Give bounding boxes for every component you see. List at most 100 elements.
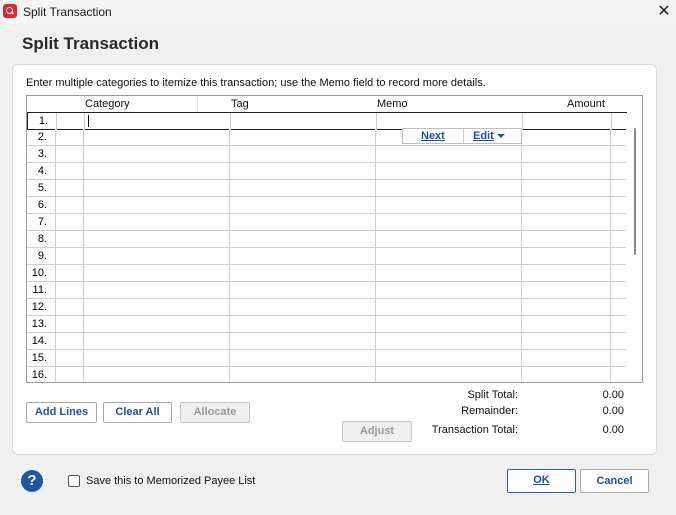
row-number: 6. [37,199,47,211]
cell-divider [229,129,230,146]
memorize-payee-label[interactable]: Save this to Memorized Payee List [86,475,255,487]
cell-divider [610,248,611,265]
split-total-label: Split Total: [467,389,518,401]
table-row[interactable]: 13. [27,316,627,333]
cell-divider [55,231,56,248]
transaction-total-label: Transaction Total: [431,424,518,436]
cell-divider [83,316,84,333]
memorize-payee-checkbox[interactable] [68,475,80,487]
table-row[interactable]: 7. [27,214,627,231]
cell-divider [375,350,376,367]
column-header-amount: Amount [567,98,605,110]
cell-divider [375,282,376,299]
cell-divider [521,350,522,367]
cell-divider [610,333,611,350]
table-row[interactable]: 5. [27,180,627,197]
table-row[interactable]: 11. [27,282,627,299]
row-number: 4. [37,165,47,177]
clear-all-button[interactable]: Clear All [103,402,172,423]
cell-divider [229,350,230,367]
cell-divider [610,367,611,382]
cell-divider [83,265,84,282]
cell-divider [521,367,522,382]
remainder-value: 0.00 [602,405,624,417]
close-icon[interactable]: ✕ [654,2,674,22]
column-header-memo: Memo [377,98,408,110]
cell-divider [229,299,230,316]
cell-divider [521,265,522,282]
table-row[interactable]: 1. [27,112,627,130]
cell-divider [83,231,84,248]
cell-divider [610,129,611,146]
row-number: 13. [31,318,47,330]
cell-divider [610,265,611,282]
table-row[interactable]: 3. [27,146,627,163]
column-header-tag: Tag [231,98,249,110]
cell-divider [229,231,230,248]
cell-divider [375,316,376,333]
table-row[interactable]: 15. [27,350,627,367]
table-row[interactable]: 10. [27,265,627,282]
split-grid: Category Tag Memo Amount 1. 2. 3. 4. 5. 6. 7. 8… [26,95,643,383]
cell-divider [229,146,230,163]
row-number: 9. [37,250,47,262]
cell-divider [229,163,230,180]
cell-divider [83,146,84,163]
cell-divider [55,248,56,265]
row-number: 1. [38,115,48,127]
table-row[interactable]: 8. [27,231,627,248]
scrollbar-thumb[interactable] [634,128,636,255]
cell-divider [521,197,522,214]
cell-divider [229,316,230,333]
table-row[interactable]: 2. [27,129,627,146]
cell-divider [229,214,230,231]
column-header-category: Category [85,98,130,110]
cell-divider [229,265,230,282]
cell-divider [55,333,56,350]
cell-divider [229,333,230,350]
ok-button[interactable]: OK [507,469,576,493]
table-row[interactable]: 4. [27,163,627,180]
cell-divider [521,214,522,231]
cell-divider [84,113,85,130]
table-row[interactable]: 6. [27,197,627,214]
cell-divider [375,265,376,282]
cell-divider [375,248,376,265]
cell-divider [229,248,230,265]
allocate-button[interactable]: Allocate [180,402,250,423]
row-number: 11. [32,284,47,296]
cell-divider [55,180,56,197]
edit-menu-button[interactable]: Edit [473,130,505,142]
cell-divider [83,129,84,146]
cell-divider [55,197,56,214]
cell-divider [521,282,522,299]
cell-divider [375,367,376,382]
table-row[interactable]: 14. [27,333,627,350]
cell-divider [610,146,611,163]
cell-divider [83,163,84,180]
title-bar: Split Transaction ✕ [0,0,676,24]
cell-divider [521,248,522,265]
cell-divider [610,316,611,333]
table-row[interactable]: 12. [27,299,627,316]
quicken-app-icon [3,4,17,18]
table-row[interactable]: 16. [27,367,627,382]
cancel-button[interactable]: Cancel [580,469,649,493]
help-icon[interactable]: ? [21,470,43,492]
row-number: 15. [31,352,47,364]
cell-divider [610,282,611,299]
row-number: 14. [31,335,47,347]
cell-divider [55,146,56,163]
transaction-total-value: 0.00 [602,424,624,436]
row-action-bar: Next Edit [402,128,522,144]
window-title: Split Transaction [23,5,112,19]
table-row[interactable]: 9. [27,248,627,265]
cell-divider [375,129,376,146]
text-cursor [88,115,89,127]
cell-divider [83,282,84,299]
adjust-button[interactable]: Adjust [342,421,412,442]
next-button[interactable]: Next [421,130,445,142]
cell-divider [55,163,56,180]
add-lines-button[interactable]: Add Lines [26,402,97,423]
row-number: 2. [37,131,47,143]
